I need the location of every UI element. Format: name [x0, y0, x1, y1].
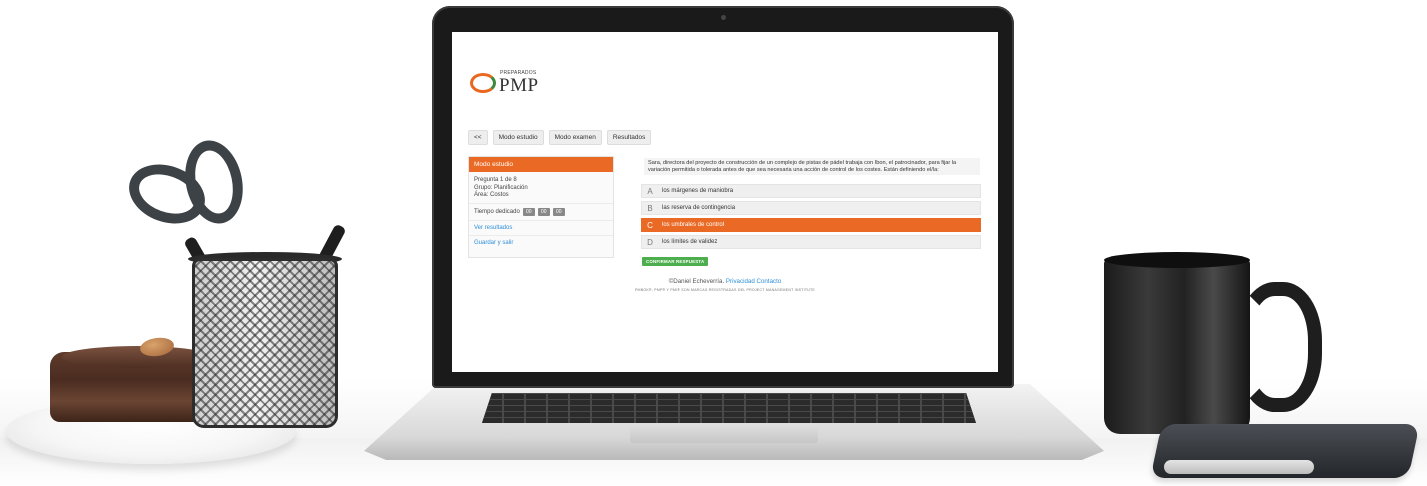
time-minutes: 00 — [537, 207, 550, 216]
answer-options: A los márgenes de maniobra B las reserva… — [641, 184, 981, 252]
pmp-logo[interactable]: PREPARADOS PMP — [470, 68, 550, 98]
pencil-cup — [192, 258, 338, 428]
option-letter: B — [647, 203, 653, 213]
tab-exam-mode[interactable]: Modo examen — [548, 130, 602, 145]
option-c[interactable]: C los umbrales de control — [641, 218, 981, 232]
trademark-note: PMBOK®, PMP® Y PMI® SON MARCAS REGISTRAD… — [634, 288, 816, 292]
logo-big-text: PMP — [499, 75, 539, 96]
question-counter: Pregunta 1 de 8 — [474, 177, 517, 183]
time-spent-row: Tiempo dedicado 00 00 00 — [469, 202, 613, 220]
option-b[interactable]: B las reserva de contingencia — [641, 201, 981, 215]
option-letter: C — [647, 220, 653, 230]
question-area: Área: Costos — [474, 192, 509, 199]
option-letter: A — [647, 186, 653, 196]
tab-back[interactable]: << — [468, 130, 488, 145]
webcam — [721, 15, 726, 20]
save-and-exit-link[interactable]: Guardar y salir — [469, 234, 613, 250]
option-a[interactable]: A los márgenes de maniobra — [641, 184, 981, 198]
privacy-contact-link[interactable]: Privacidad Contacto — [726, 278, 781, 285]
mug-top — [1104, 252, 1250, 268]
option-text: los límites de validez — [662, 239, 718, 245]
tab-study-mode[interactable]: Modo estudio — [492, 130, 544, 145]
mode-tabs: << Modo estudio Modo examen Resultados — [468, 130, 652, 145]
question-text: Sara, directora del proyecto de construc… — [644, 158, 980, 176]
desk-scene: PREPARADOS PMP << Modo estudio Modo exam… — [0, 0, 1427, 486]
time-seconds: 00 — [552, 207, 565, 216]
mug — [1104, 258, 1250, 434]
panel-title: Modo estudio — [469, 157, 613, 172]
footer: ©Daniel Echeverría. Privacidad Contacto — [452, 278, 998, 285]
option-text: los umbrales de control — [662, 222, 725, 228]
smartphone-edge — [1164, 460, 1314, 474]
confirm-answer-button[interactable]: CONFIRMAR RESPUESTA — [642, 257, 709, 266]
option-text: las reserva de contingencia — [662, 205, 736, 211]
study-panel: Modo estudio Pregunta 1 de 8 Grupo: Plan… — [468, 156, 614, 258]
option-d[interactable]: D los límites de validez — [641, 235, 981, 249]
option-text: los márgenes de maniobra — [662, 188, 734, 194]
copyright-text: ©Daniel Echeverría. — [668, 278, 725, 285]
keyboard-rows — [482, 393, 976, 423]
time-hours: 00 — [522, 207, 535, 216]
tab-results[interactable]: Resultados — [606, 130, 652, 145]
time-spent-label: Tiempo dedicado — [474, 208, 520, 215]
panel-info: Pregunta 1 de 8 Grupo: Planificación Áre… — [469, 172, 613, 203]
view-results-link[interactable]: Ver resultados — [469, 219, 613, 235]
laptop-trackpad — [630, 427, 818, 443]
laptop-screen: PREPARADOS PMP << Modo estudio Modo exam… — [452, 32, 998, 372]
option-letter: D — [647, 237, 653, 247]
cake-top — [62, 346, 212, 368]
logo-ring-icon — [470, 73, 496, 93]
